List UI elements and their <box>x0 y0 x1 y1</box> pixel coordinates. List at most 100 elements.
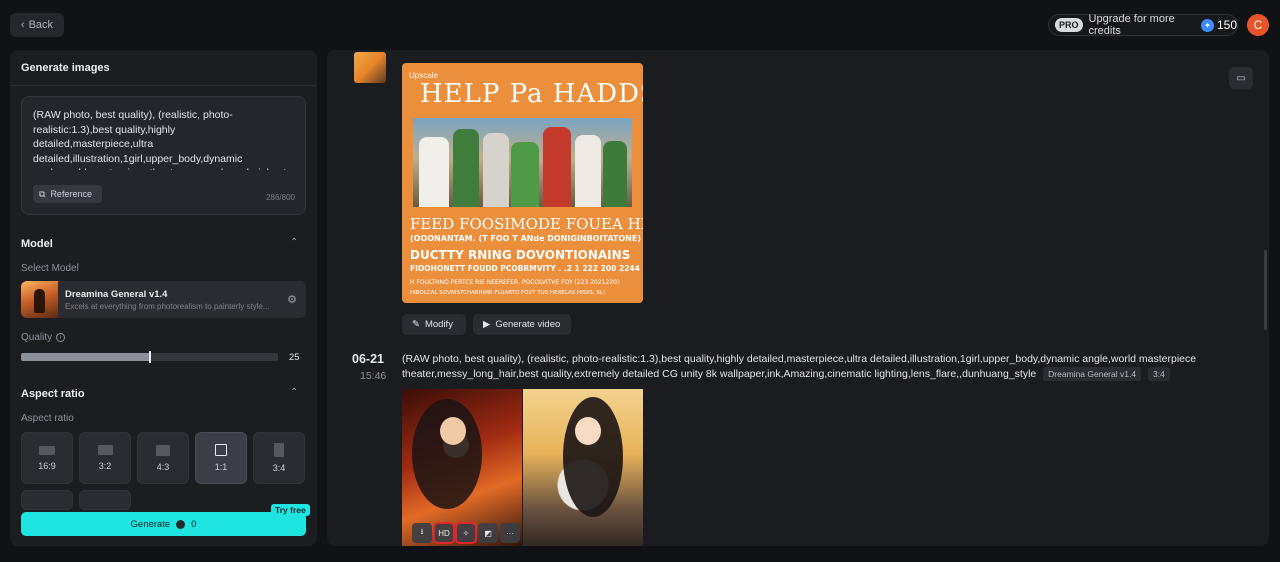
pencil-icon: ✎ <box>412 319 420 330</box>
collapse-model-chevron-icon[interactable]: ⌃ <box>290 237 298 248</box>
model-tag: Dreamina General v1.4 <box>1043 366 1142 381</box>
modify-button[interactable]: ✎ Modify <box>402 314 466 335</box>
ratio-label: 1:1 <box>214 462 228 472</box>
generate-video-label: Generate video <box>495 319 561 330</box>
sliders-icon[interactable]: ⚙ <box>287 293 297 306</box>
reference-label: Reference <box>50 189 92 199</box>
poster-text-line: HIBOLCAL SOVNISTCHARHIME-FLUARTO FO2T TU… <box>410 290 606 296</box>
char-count: 286/800 <box>266 193 295 202</box>
poster-text-line: DUCTTY RNING DOVONTIONAINS <box>410 248 631 262</box>
quality-slider-handle[interactable] <box>148 351 151 363</box>
entry-prompt: (RAW photo, best quality), (realistic, p… <box>402 352 1202 381</box>
eraser-icon[interactable]: ◩ <box>478 523 498 543</box>
quality-label-text: Quality <box>21 332 53 343</box>
poster-text-line: FEED FOOSIMODE FOUEA HEQDT <box>410 215 643 233</box>
image-action-bar: ⭳ HD ✧ ◩ ··· <box>412 522 520 544</box>
user-avatar[interactable]: C <box>1247 14 1269 36</box>
modify-label: Modify <box>424 319 453 330</box>
model-name: Dreamina General v1.4 <box>65 289 168 300</box>
quality-value: 25 <box>289 352 300 363</box>
ratio-tag: 3:4 <box>1147 366 1170 381</box>
figure <box>543 127 571 207</box>
ratio-more-button[interactable] <box>79 490 131 510</box>
ratio-4-3-icon <box>156 444 170 456</box>
entry-date: 06-21 <box>352 352 384 366</box>
ratio-1-1-button[interactable]: 1:1 <box>195 432 247 484</box>
model-thumbnail <box>21 281 58 318</box>
figure <box>511 142 539 207</box>
generate-label: Generate <box>130 518 171 530</box>
hd-button[interactable]: HD <box>433 522 455 544</box>
divider <box>10 85 317 86</box>
credit-icon: ✦ <box>1200 18 1214 32</box>
poster-text-line: H FOULTHNO PERTCE RIE NEEREFER. POCOLVIT… <box>410 279 620 286</box>
panel-title: Generate images <box>21 62 110 74</box>
face-shape <box>440 417 466 445</box>
model-description: Excels at everything from photorealism t… <box>65 302 270 311</box>
magic-wand-icon[interactable]: ✧ <box>455 522 477 544</box>
poster-text-line: (OOONANTAM. (T FOO T ANde DONIGINBOITATO… <box>410 234 641 243</box>
generate-video-button[interactable]: ▶ Generate video <box>473 314 571 335</box>
previous-result-thumbnail[interactable] <box>354 52 386 83</box>
hair-shape <box>412 399 482 509</box>
scrollbar[interactable] <box>1264 250 1267 330</box>
credits-value: 150 <box>1216 18 1237 32</box>
upgrade-text: Upgrade for more credits <box>1088 13 1175 37</box>
info-icon[interactable]: i <box>56 333 66 342</box>
ratio-16-9-icon <box>39 445 55 455</box>
prompt-input[interactable]: (RAW photo, best quality), (realistic, p… <box>21 96 306 215</box>
credit-icon <box>176 519 186 529</box>
ratio-3-4-button[interactable]: 3:4 <box>253 432 305 484</box>
ratio-label: 16:9 <box>38 460 56 471</box>
generate-credits: 0 <box>191 518 197 530</box>
model-section-title: Model <box>21 238 53 250</box>
figure <box>453 129 479 207</box>
figure <box>575 135 601 207</box>
ratio-label: 4:3 <box>156 461 170 472</box>
aspect-section-title: Aspect ratio <box>21 388 85 400</box>
reference-button[interactable]: ⧉ Reference <box>33 185 102 203</box>
more-button[interactable]: ··· <box>500 523 520 543</box>
pro-badge: PRO <box>1055 18 1083 32</box>
ratio-3-4-icon <box>274 443 284 457</box>
select-model-label: Select Model <box>21 263 79 274</box>
ratio-label: 3:2 <box>98 461 112 471</box>
ratio-4-3-button[interactable]: 4:3 <box>137 432 189 484</box>
download-icon[interactable]: ⭳ <box>412 523 432 543</box>
folder-icon[interactable]: ▭ <box>1229 67 1253 89</box>
poster-photo <box>413 118 632 207</box>
figure <box>603 141 627 207</box>
image-reference-icon: ⧉ <box>39 188 46 199</box>
quality-label: Quality i <box>21 332 66 343</box>
model-selector[interactable]: Dreamina General v1.4 Excels at everythi… <box>21 281 306 318</box>
face-shape <box>575 417 601 445</box>
figure <box>419 137 449 207</box>
back-button[interactable]: ‹ Back <box>10 13 64 37</box>
entry-time: 15:46 <box>360 370 387 382</box>
ratio-16-9-button[interactable]: 16:9 <box>21 432 73 484</box>
upgrade-pill[interactable]: PRO Upgrade for more credits ✦ 150 <box>1048 13 1238 37</box>
ratio-1-1-icon <box>215 444 227 456</box>
back-label: Back <box>28 19 54 31</box>
ratio-more-button[interactable] <box>21 490 73 510</box>
chevron-left-icon: ‹ <box>20 19 25 31</box>
results-panel: ▭ Upscale HELP Pa HADDSS FEED FOOSIMODE … <box>327 50 1269 546</box>
generate-panel: Generate images (RAW photo, best quality… <box>10 50 317 546</box>
ratio-3-2-icon <box>97 445 113 455</box>
aspect-ratio-label: Aspect ratio <box>21 413 74 424</box>
try-free-badge: Try free <box>271 504 310 516</box>
figure <box>483 133 509 207</box>
top-bar: ‹ Back PRO Upgrade for more credits ✦ 15… <box>0 0 1280 50</box>
video-icon: ▶ <box>483 319 491 330</box>
ratio-3-2-button[interactable]: 3:2 <box>79 432 131 484</box>
prompt-text[interactable]: (RAW photo, best quality), (realistic, p… <box>33 108 289 170</box>
generate-button[interactable]: Generate 0 <box>21 512 306 536</box>
quality-slider-fill <box>21 353 150 361</box>
ratio-label: 3:4 <box>272 463 286 473</box>
credits-count: ✦ 150 <box>1200 18 1237 32</box>
upscaled-poster-image[interactable]: Upscale HELP Pa HADDSS FEED FOOSIMODE FO… <box>402 63 643 303</box>
generated-image-2[interactable] <box>523 389 643 546</box>
poster-headline: HELP Pa HADDSS <box>420 79 643 109</box>
hair-shape <box>563 397 623 517</box>
collapse-aspect-chevron-icon[interactable]: ⌃ <box>290 387 298 398</box>
